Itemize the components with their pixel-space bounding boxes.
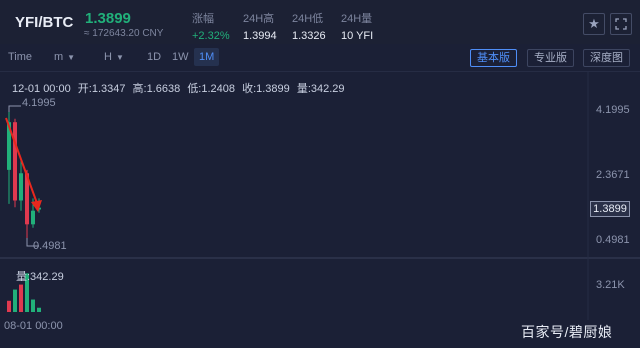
high-marker-label: 4.1995 xyxy=(22,97,56,109)
stat-24h-low-label: 24H低 xyxy=(292,13,324,25)
stat-24h-high-label: 24H高 xyxy=(243,13,275,25)
stat-change-value: +2.32% xyxy=(192,30,230,42)
high-marker-line xyxy=(8,105,21,112)
stat-24h-high-value: 1.3994 xyxy=(243,30,277,42)
stat-24h-high: 24H高 1.3994 xyxy=(243,10,277,42)
y-tick-high: 4.1995 xyxy=(596,104,630,116)
watermark: 百家号/碧厨娘 xyxy=(521,324,613,340)
stat-24h-low-value: 1.3326 xyxy=(292,30,326,42)
star-icon[interactable]: ★ xyxy=(583,13,605,35)
pro-version-button[interactable]: 专业版 xyxy=(527,49,574,67)
interval-1m[interactable]: 1M xyxy=(194,48,220,66)
hour-selector[interactable]: H ▼ xyxy=(104,51,124,63)
candle-body[interactable] xyxy=(31,210,35,225)
volume-bar xyxy=(19,284,23,312)
interval-1d[interactable]: 1D xyxy=(147,51,161,63)
stat-change-label: 涨幅 xyxy=(192,13,214,25)
fullscreen-glyph xyxy=(615,18,627,30)
volume-readout: 量:342.29 xyxy=(16,271,64,283)
stat-24h-low: 24H低 1.3326 xyxy=(292,10,326,42)
stat-24h-volume-label: 24H量 xyxy=(341,13,373,25)
chevron-down-icon: ▼ xyxy=(115,53,124,62)
stat-24h-volume: 24H量 10 YFI xyxy=(341,10,373,42)
y-tick-low: 0.4981 xyxy=(596,234,630,246)
stat-24h-volume-value: 10 YFI xyxy=(341,30,374,42)
time-selector[interactable]: Time xyxy=(8,51,32,63)
stat-change: 涨幅 +2.32% xyxy=(192,10,230,42)
volume-y-tick: 3.21K xyxy=(596,279,625,291)
volume-bar xyxy=(7,300,11,312)
volume-bar xyxy=(13,289,17,312)
current-price-tag: 1.3899 xyxy=(590,201,630,217)
candle-body[interactable] xyxy=(13,122,17,201)
minute-selector-label: m xyxy=(54,51,64,63)
basic-version-button[interactable]: 基本版 xyxy=(470,49,517,67)
ticker-header: YFI/BTC 1.3899 ≈ 172643.20 CNY 涨幅 +2.32%… xyxy=(0,0,640,44)
volume-bar xyxy=(37,307,41,312)
fullscreen-icon[interactable] xyxy=(610,13,632,35)
candle-body[interactable] xyxy=(19,173,23,201)
depth-chart-button[interactable]: 深度图 xyxy=(583,49,630,67)
low-marker-label: 0.4981 xyxy=(33,240,67,252)
chevron-down-icon: ▼ xyxy=(67,53,76,62)
y-tick-mid: 2.3671 xyxy=(596,169,630,181)
hour-selector-label: H xyxy=(104,51,112,63)
candlestick-chart[interactable] xyxy=(0,72,640,320)
minute-selector[interactable]: m ▼ xyxy=(54,51,75,63)
chart-toolbar: Time m ▼ H ▼ 1D 1W 1M 基本版 专业版 深度图 xyxy=(0,44,640,72)
cny-price: ≈ 172643.20 CNY xyxy=(84,28,164,39)
trading-pair[interactable]: YFI/BTC xyxy=(15,14,73,31)
x-axis-start-label: 08-01 00:00 xyxy=(4,320,63,332)
volume-bar xyxy=(31,299,35,312)
last-price: 1.3899 xyxy=(85,10,131,27)
candles-group xyxy=(7,112,41,238)
interval-1w[interactable]: 1W xyxy=(172,51,189,63)
